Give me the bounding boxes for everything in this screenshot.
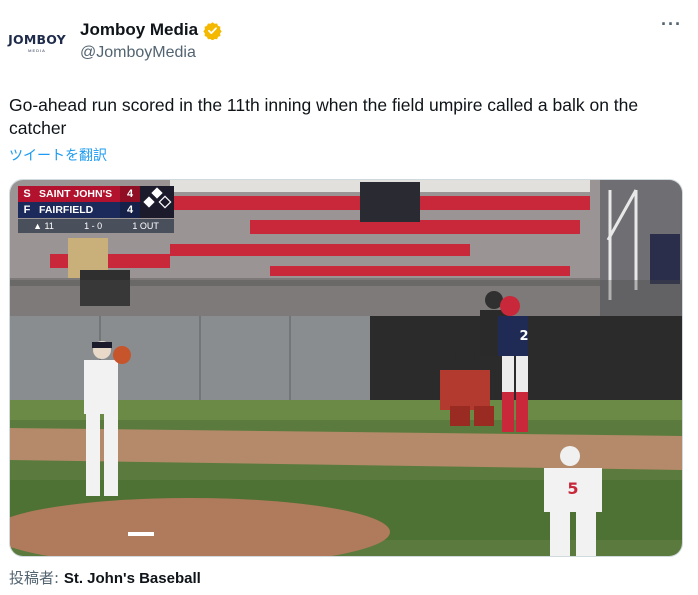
base-diamond-icon [140,186,174,218]
team2-logo: F [23,204,31,216]
fielder-jersey-number: 5 [567,479,578,498]
avatar[interactable]: JOMBOY MEDIA [8,14,66,70]
author-name-row[interactable]: Jomboy Media [80,20,222,40]
author-handle[interactable]: @JomboyMedia [80,44,196,62]
tweet-video[interactable]: 5 2 S SAINT JOHN'S 4 F FAIRFIELD 4 ▲ 11 … [9,179,683,557]
more-options-icon[interactable]: ··· [661,14,682,35]
ball-strike-count: 1 - 0 [84,221,103,231]
scoreboard-overlay: S SAINT JOHN'S 4 F FAIRFIELD 4 ▲ 11 1 - … [18,186,174,238]
scoreboard-team2-row: F FAIRFIELD 4 [18,202,140,218]
team2-score: 4 [120,202,140,218]
outs-count: 1 OUT [132,221,159,231]
translate-tweet-link[interactable]: ツイートを翻訳 [9,145,107,165]
team2-name: FAIRFIELD [39,204,94,216]
team1-name: SAINT JOHN'S [39,188,113,200]
media-source-attribution: 投稿者: St. John's Baseball [9,567,201,588]
source-prefix: 投稿者: [9,569,60,587]
batter-jersey-number: 2 [519,329,528,344]
team1-score: 4 [120,186,140,202]
author-name[interactable]: Jomboy Media [80,20,198,40]
avatar-logo-text: JOMBOY [8,31,66,47]
scoreboard-team1-row: S SAINT JOHN'S 4 [18,186,140,202]
source-account-link[interactable]: St. John's Baseball [64,570,201,587]
avatar-logo-subtext: MEDIA [28,47,46,53]
scoreboard-status-row: ▲ 11 1 - 0 1 OUT [18,219,174,233]
tweet-text: Go-ahead run scored in the 11th inning w… [9,95,639,138]
inning-indicator: ▲ 11 [33,221,54,231]
team1-logo: S [23,188,31,200]
verified-badge-icon [203,21,222,40]
